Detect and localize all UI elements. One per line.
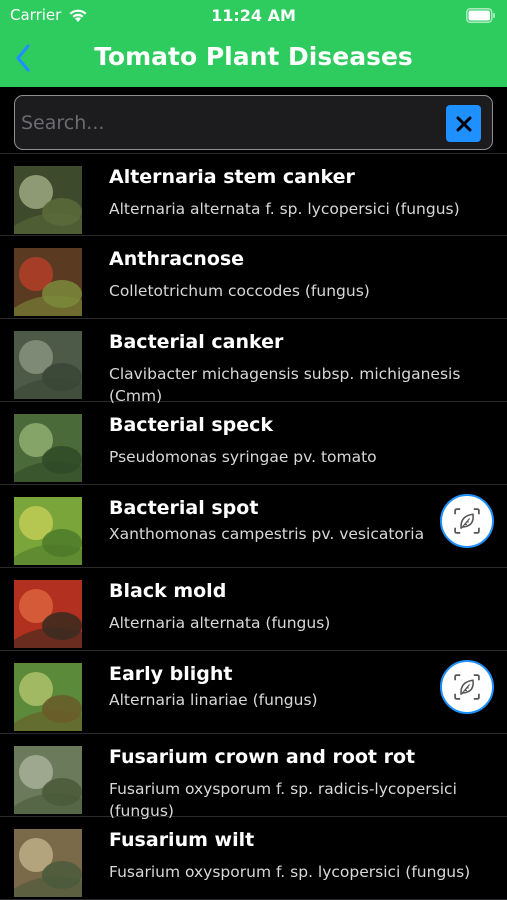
search-field: [14, 95, 493, 150]
disease-row[interactable]: Fusarium wilt Fusarium oxysporum f. sp. …: [0, 817, 507, 900]
status-bar: Carrier 11:24 AM: [0, 0, 507, 32]
disease-pathogen: Alternaria linariae (fungus): [109, 691, 318, 709]
disease-thumbnail: [14, 166, 82, 234]
search-bar: [0, 87, 507, 153]
search-input[interactable]: [21, 104, 441, 142]
disease-row[interactable]: Fusarium crown and root rot Fusarium oxy…: [0, 734, 507, 820]
disease-name: Anthracnose: [109, 248, 245, 270]
page-title: Tomato Plant Diseases: [94, 42, 413, 71]
disease-list: Alternaria stem canker Alternaria altern…: [0, 153, 507, 900]
disease-pathogen: Colletotrichum coccodes (fungus): [109, 282, 370, 300]
disease-row[interactable]: Bacterial speck Pseudomonas syringae pv.…: [0, 402, 507, 485]
disease-pathogen: Pseudomonas syringae pv. tomato: [109, 448, 377, 466]
disease-row[interactable]: Anthracnose Colletotrichum coccodes (fun…: [0, 236, 507, 319]
disease-thumbnail: [14, 746, 82, 814]
leaf-scan-icon: [450, 670, 484, 704]
leaf-scan-button[interactable]: [440, 660, 494, 714]
disease-thumbnail: [14, 497, 82, 565]
disease-thumbnail: [14, 829, 82, 897]
disease-pathogen: Fusarium oxysporum f. sp. radicis-lycope…: [109, 780, 457, 820]
disease-pathogen: Clavibacter michagensis subsp. michigane…: [109, 365, 461, 405]
disease-name: Black mold: [109, 580, 227, 602]
disease-row[interactable]: Bacterial spot Xanthomonas campestris pv…: [0, 485, 507, 568]
close-icon: [456, 116, 471, 131]
disease-row[interactable]: Black mold Alternaria alternata (fungus): [0, 568, 507, 651]
disease-pathogen: Alternaria alternata f. sp. lycopersici …: [109, 200, 460, 218]
clear-search-button[interactable]: [446, 105, 481, 142]
disease-name: Fusarium wilt: [109, 829, 255, 851]
disease-pathogen: Fusarium oxysporum f. sp. lycopersici (f…: [109, 863, 471, 881]
disease-pathogen: Alternaria alternata (fungus): [109, 614, 331, 632]
disease-name: Early blight: [109, 663, 233, 685]
disease-thumbnail: [14, 331, 82, 399]
disease-name: Bacterial speck: [109, 414, 274, 436]
disease-name: Alternaria stem canker: [109, 166, 355, 188]
disease-thumbnail: [14, 414, 82, 482]
disease-thumbnail: [14, 248, 82, 316]
app-header: Carrier 11:24 AM Tomato Plant Diseases: [0, 0, 507, 87]
disease-thumbnail: [14, 663, 82, 731]
disease-row[interactable]: Early blight Alternaria linariae (fungus…: [0, 651, 507, 734]
leaf-scan-icon: [450, 504, 484, 538]
disease-row[interactable]: Bacterial canker Clavibacter michagensis…: [0, 319, 507, 405]
disease-name: Bacterial canker: [109, 331, 284, 353]
disease-name: Fusarium crown and root rot: [109, 746, 416, 768]
battery-icon: [466, 8, 495, 23]
disease-thumbnail: [14, 580, 82, 648]
status-time: 11:24 AM: [211, 6, 296, 25]
disease-name: Bacterial spot: [109, 497, 259, 519]
disease-pathogen: Xanthomonas campestris pv. vesicatoria: [109, 525, 425, 543]
disease-row[interactable]: Alternaria stem canker Alternaria altern…: [0, 153, 507, 236]
leaf-scan-button[interactable]: [440, 494, 494, 548]
